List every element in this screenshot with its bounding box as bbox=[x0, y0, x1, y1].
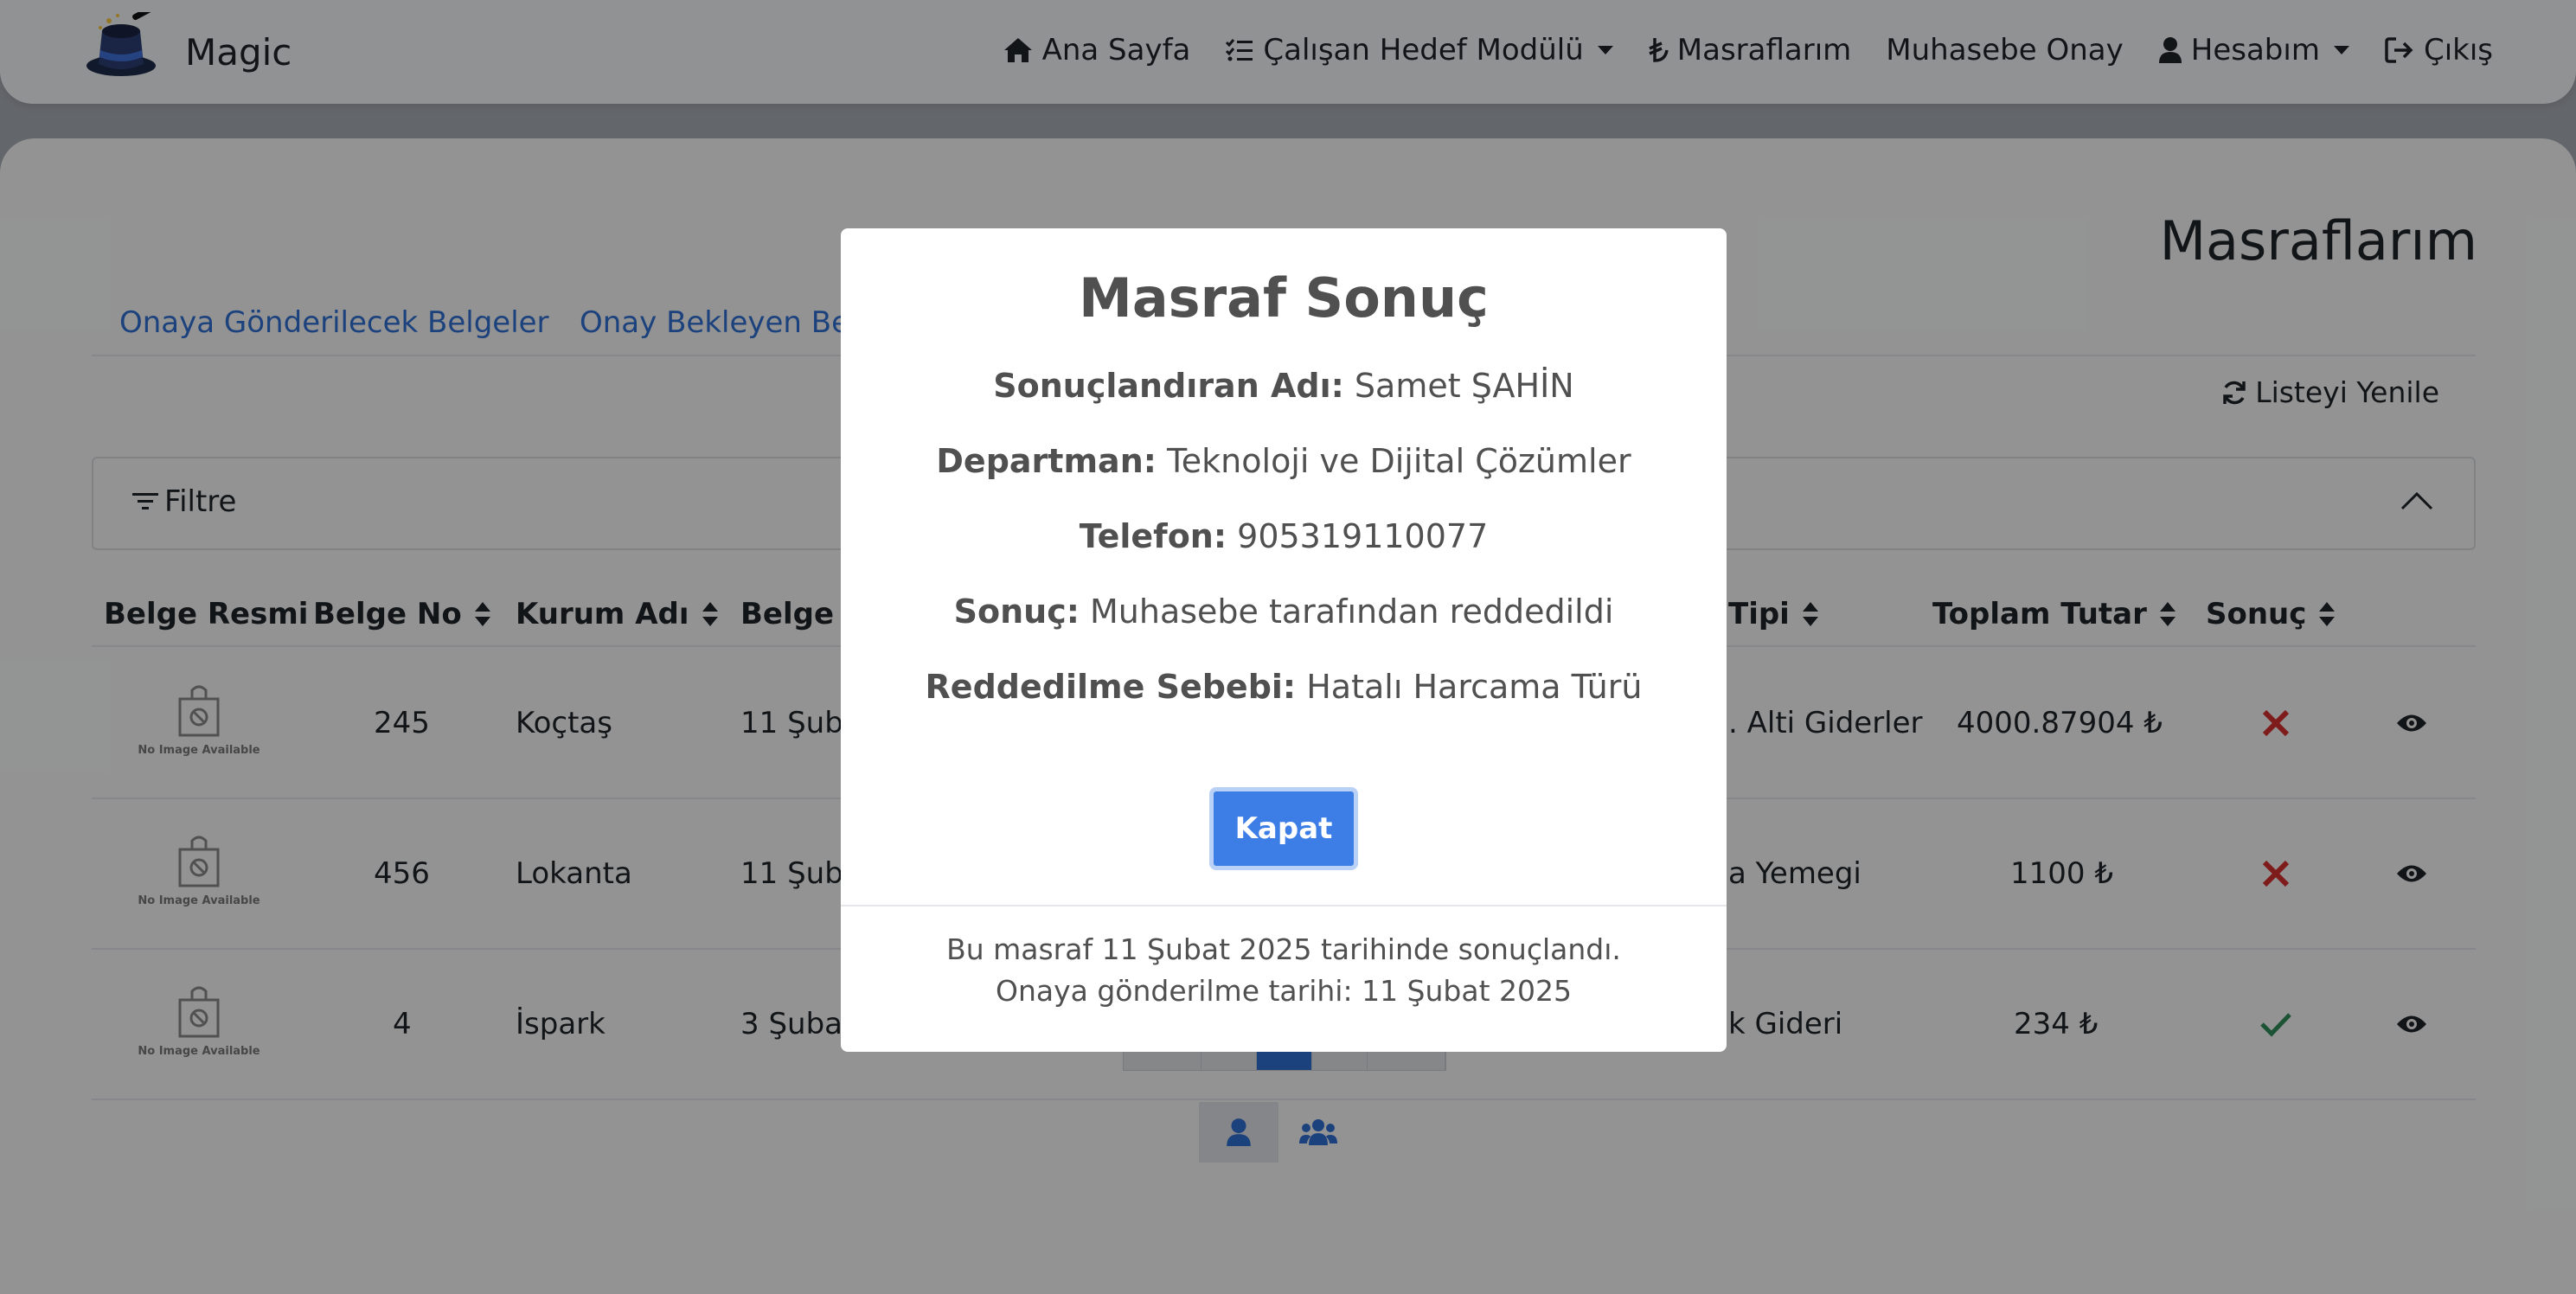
concluded-by-value: Samet ŞAHİN bbox=[1343, 367, 1574, 405]
sent-date-text: Onaya gönderilme tarihi: 11 Şubat 2025 bbox=[995, 974, 1572, 1008]
modal-line-department: Departman: Teknoloji ve Dijital Çözümler bbox=[841, 442, 1727, 480]
phone-label: Telefon: bbox=[1079, 517, 1227, 555]
modal-line-result: Sonuç: Muhasebe tarafından reddedildi bbox=[841, 593, 1727, 631]
modal-line-rejection-reason: Reddedilme Sebebi: Hatalı Harcama Türü bbox=[841, 668, 1727, 706]
department-value: Teknoloji ve Dijital Çözümler bbox=[1156, 442, 1631, 480]
phone-value: 905319110077 bbox=[1227, 517, 1489, 555]
concluded-by-label: Sonuçlandıran Adı: bbox=[993, 367, 1344, 405]
rejection-reason-value: Hatalı Harcama Türü bbox=[1296, 668, 1643, 706]
modal-title: Masraf Sonuç bbox=[1079, 266, 1489, 330]
concluded-date-text: Bu masraf 11 Şubat 2025 tarihinde sonuçl… bbox=[946, 932, 1621, 966]
modal-line-phone: Telefon: 905319110077 bbox=[841, 517, 1727, 555]
result-label: Sonuç: bbox=[953, 593, 1080, 631]
expense-result-modal: Masraf Sonuç Sonuçlandıran Adı: Samet ŞA… bbox=[841, 228, 1727, 1052]
modal-line-concluded-by: Sonuçlandıran Adı: Samet ŞAHİN bbox=[841, 367, 1727, 405]
rejection-reason-label: Reddedilme Sebebi: bbox=[925, 668, 1297, 706]
modal-footer: Bu masraf 11 Şubat 2025 tarihinde sonuçl… bbox=[841, 905, 1727, 1052]
result-value: Muhasebe tarafından reddedildi bbox=[1079, 593, 1614, 631]
department-label: Departman: bbox=[936, 442, 1157, 480]
close-button[interactable]: Kapat bbox=[1209, 787, 1358, 870]
